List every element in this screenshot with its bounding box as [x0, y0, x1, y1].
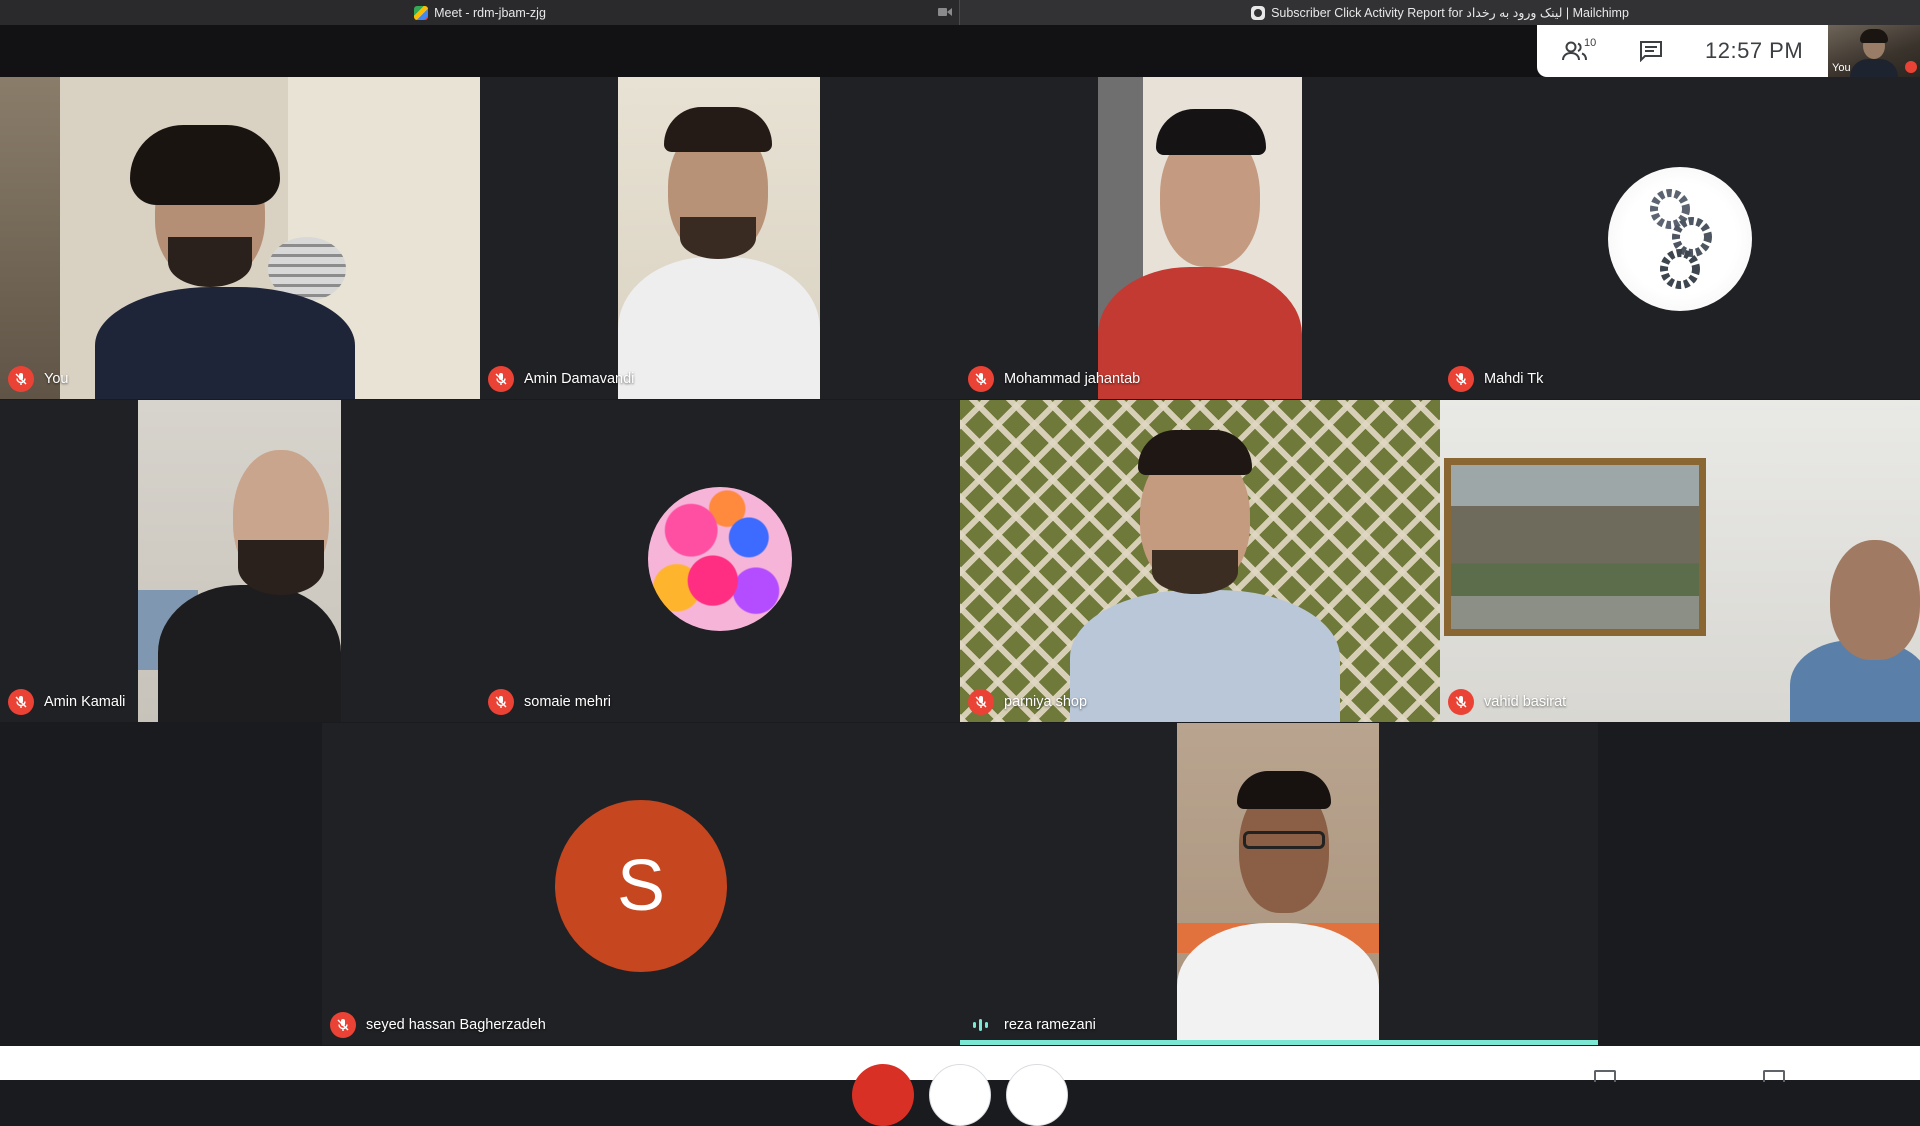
person-hair: [1138, 430, 1252, 475]
participant-name: somaie mehri: [524, 694, 612, 710]
participant-tile[interactable]: Mahdi Tk: [1440, 77, 1920, 399]
participant-name: Amin Damavandi: [524, 371, 635, 387]
participant-video: [960, 400, 1440, 722]
participant-video: [1440, 400, 1920, 722]
participant-nametag: vahid basirat: [1448, 689, 1566, 715]
camera-icon: [938, 8, 952, 16]
self-thumb-hair: [1860, 29, 1888, 43]
tab-meet-title: Meet - rdm-jbam-zjg: [434, 5, 546, 20]
participant-video: [1098, 77, 1302, 399]
person-body: [158, 585, 341, 722]
mailchimp-favicon-icon: [1251, 5, 1266, 20]
tab-meet[interactable]: Meet - rdm-jbam-zjg: [0, 0, 960, 25]
participant-tile[interactable]: somaie mehri: [480, 400, 960, 722]
participant-tile[interactable]: parniya shop: [960, 400, 1440, 722]
person-body: [1177, 923, 1379, 1045]
participant-name: reza ramezani: [1004, 1017, 1096, 1033]
avatar-letter: S: [616, 846, 666, 926]
meeting-controls-bar: [0, 1046, 1920, 1126]
self-thumb-body: [1850, 59, 1898, 77]
participants-count: 10: [1584, 37, 1597, 49]
meeting-info-panel: 10 12:57 PM: [1537, 25, 1828, 77]
participant-name: Amin Kamali: [44, 694, 126, 710]
participant-video: [138, 400, 341, 722]
person-hair: [664, 107, 772, 152]
self-view-thumbnail[interactable]: You: [1828, 25, 1920, 77]
participant-avatar: [648, 487, 792, 631]
glasses-decoration: [1243, 831, 1325, 849]
participant-tile[interactable]: Amin Damavandi: [480, 77, 960, 399]
person-beard: [168, 237, 252, 287]
audio-wave-icon: [968, 1012, 994, 1038]
mic-off-icon: [968, 366, 994, 392]
participant-tile[interactable]: You: [0, 77, 480, 399]
person-beard: [238, 540, 324, 595]
mic-off-icon: [330, 1012, 356, 1038]
participant-avatar: S: [555, 800, 727, 972]
person-hair: [130, 125, 280, 205]
mic-off-icon: [488, 366, 514, 392]
participant-nametag: seyed hassan Bagherzadeh: [330, 1012, 546, 1038]
mic-off-icon: [8, 366, 34, 392]
participant-nametag: somaie mehri: [488, 689, 611, 715]
participant-name: Mahdi Tk: [1484, 371, 1544, 387]
participant-video: [1177, 723, 1379, 1045]
participant-nametag: Mahdi Tk: [1448, 366, 1543, 392]
participants-button[interactable]: 10: [1537, 25, 1613, 77]
participant-video: [0, 77, 480, 399]
participant-name: seyed hassan Bagherzadeh: [366, 1017, 546, 1033]
participant-name: parniya shop: [1004, 694, 1088, 710]
person-body: [95, 287, 355, 399]
participant-nametag: Mohammad jahantab: [968, 366, 1140, 392]
captions-icon[interactable]: [1594, 1070, 1616, 1082]
chat-icon: [1640, 41, 1662, 62]
browser-tab-strip: Meet - rdm-jbam-zjg Subscriber Click Act…: [0, 0, 1920, 25]
mic-off-icon: [8, 689, 34, 715]
participant-tile[interactable]: Mohammad jahantab: [960, 77, 1440, 399]
painting-frame-decoration: [1444, 458, 1706, 636]
participant-name: You: [44, 371, 69, 387]
speaking-indicator-bar: [960, 1040, 1598, 1045]
person-body: [618, 257, 820, 399]
person-beard: [1152, 550, 1238, 594]
participant-tile[interactable]: Amin Kamali: [0, 400, 480, 722]
participant-video: [618, 77, 820, 399]
person-head: [1830, 540, 1920, 660]
curtain-decoration: [0, 77, 60, 399]
mic-off-icon: [1448, 689, 1474, 715]
participant-nametag: You: [8, 366, 68, 392]
person-body: [1070, 590, 1340, 722]
participant-grid: You Amin Damavandi Mohammad jahantab Mah…: [0, 77, 1920, 1046]
meeting-clock: 12:57 PM: [1705, 38, 1804, 63]
tab-mailchimp-title: Subscriber Click Activity Report for لین…: [1271, 6, 1629, 20]
person-hair: [1237, 771, 1331, 809]
camera-toggle-button[interactable]: [1006, 1064, 1068, 1126]
participant-name: Mohammad jahantab: [1004, 371, 1141, 387]
present-icon[interactable]: [1763, 1070, 1785, 1082]
participant-avatar: [1608, 167, 1752, 311]
participant-nametag: reza ramezani: [968, 1012, 1096, 1038]
meet-favicon-icon: [414, 5, 429, 20]
mic-off-icon: [1905, 61, 1917, 73]
participant-tile[interactable]: reza ramezani: [960, 723, 1598, 1045]
mic-off-icon: [968, 689, 994, 715]
tab-mailchimp[interactable]: Subscriber Click Activity Report for لین…: [960, 0, 1920, 25]
microphone-button[interactable]: [929, 1064, 991, 1126]
person-beard: [680, 217, 756, 259]
participant-nametag: Amin Kamali: [8, 689, 125, 715]
participant-tile[interactable]: S seyed hassan Bagherzadeh: [322, 723, 960, 1045]
participant-nametag: parniya shop: [968, 689, 1087, 715]
self-thumb-label: You: [1832, 62, 1851, 74]
mic-off-icon: [488, 689, 514, 715]
participant-nametag: Amin Damavandi: [488, 366, 634, 392]
person-hair: [1156, 109, 1266, 155]
chat-button[interactable]: [1613, 25, 1689, 77]
painting-decoration: [1451, 465, 1699, 629]
gears-avatar-icon: [1650, 189, 1712, 289]
participant-name: vahid basirat: [1484, 694, 1567, 710]
mic-off-icon: [1448, 366, 1474, 392]
end-call-button[interactable]: [852, 1064, 914, 1126]
participant-tile[interactable]: vahid basirat: [1440, 400, 1920, 722]
